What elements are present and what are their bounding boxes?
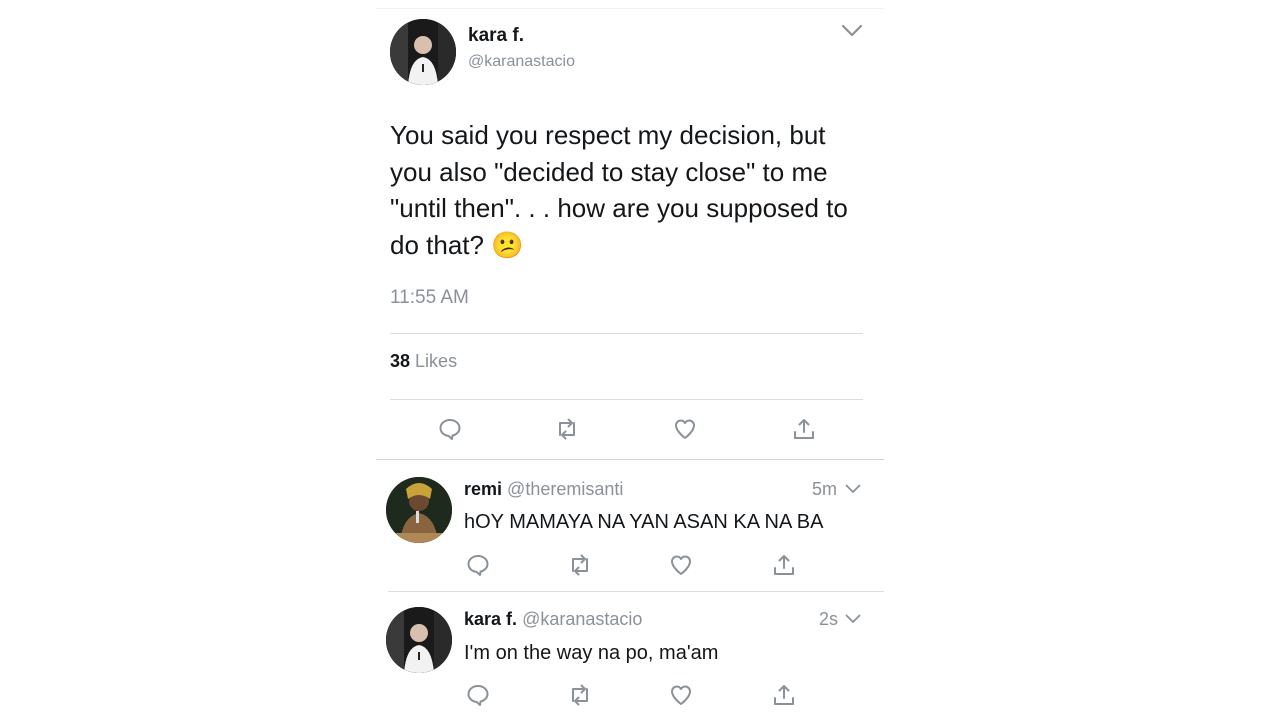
reply-timestamp[interactable]: 2s: [819, 609, 838, 630]
chevron-down-icon[interactable]: [845, 484, 861, 494]
reply-header: kara f. @karanastacio: [464, 609, 642, 630]
likes-count: 38: [390, 351, 411, 371]
reply-header: remi @theremisanti: [464, 479, 623, 500]
divider: [388, 591, 884, 592]
chevron-down-icon[interactable]: [841, 24, 863, 38]
retweet-icon[interactable]: [567, 553, 593, 577]
reply-icon[interactable]: [466, 683, 490, 707]
divider: [376, 459, 884, 460]
author-handle[interactable]: @karanastacio: [468, 53, 575, 71]
reply-author-handle[interactable]: @theremisanti: [507, 479, 623, 499]
reply-icon[interactable]: [438, 417, 462, 441]
tweet-body: You said you respect my decision, but yo…: [390, 120, 848, 260]
tweet-text: You said you respect my decision, but yo…: [390, 117, 860, 263]
share-icon[interactable]: [772, 553, 796, 577]
share-icon[interactable]: [792, 417, 816, 441]
avatar[interactable]: [386, 607, 452, 673]
likes-count-row[interactable]: 38 Likes: [390, 351, 457, 372]
retweet-icon[interactable]: [554, 417, 580, 441]
share-icon[interactable]: [772, 683, 796, 707]
tweet-thread: kara f. @karanastacio You said you respe…: [376, 8, 884, 717]
reply-author-name[interactable]: remi: [464, 479, 502, 499]
reply-text: hOY MAMAYA NA YAN ASAN KA NA BA: [464, 511, 824, 533]
reply-author-handle[interactable]: @karanastacio: [522, 609, 642, 629]
divider: [390, 333, 863, 334]
author-name[interactable]: kara f.: [468, 25, 524, 47]
retweet-icon[interactable]: [567, 683, 593, 707]
reply-icon[interactable]: [466, 553, 490, 577]
chevron-down-icon[interactable]: [845, 614, 861, 624]
tweet-timestamp[interactable]: 11:55 AM: [390, 287, 469, 309]
divider: [390, 399, 863, 400]
avatar[interactable]: [386, 477, 452, 543]
heart-icon[interactable]: [669, 553, 693, 577]
reply-timestamp[interactable]: 5m: [812, 479, 837, 500]
reply-author-name[interactable]: kara f.: [464, 609, 517, 629]
confused-face-icon: 😕: [491, 229, 524, 260]
heart-icon[interactable]: [673, 417, 697, 441]
reply-text: I'm on the way na po, ma'am: [464, 642, 719, 664]
likes-label: Likes: [415, 351, 458, 371]
avatar[interactable]: [390, 19, 456, 85]
heart-icon[interactable]: [669, 683, 693, 707]
